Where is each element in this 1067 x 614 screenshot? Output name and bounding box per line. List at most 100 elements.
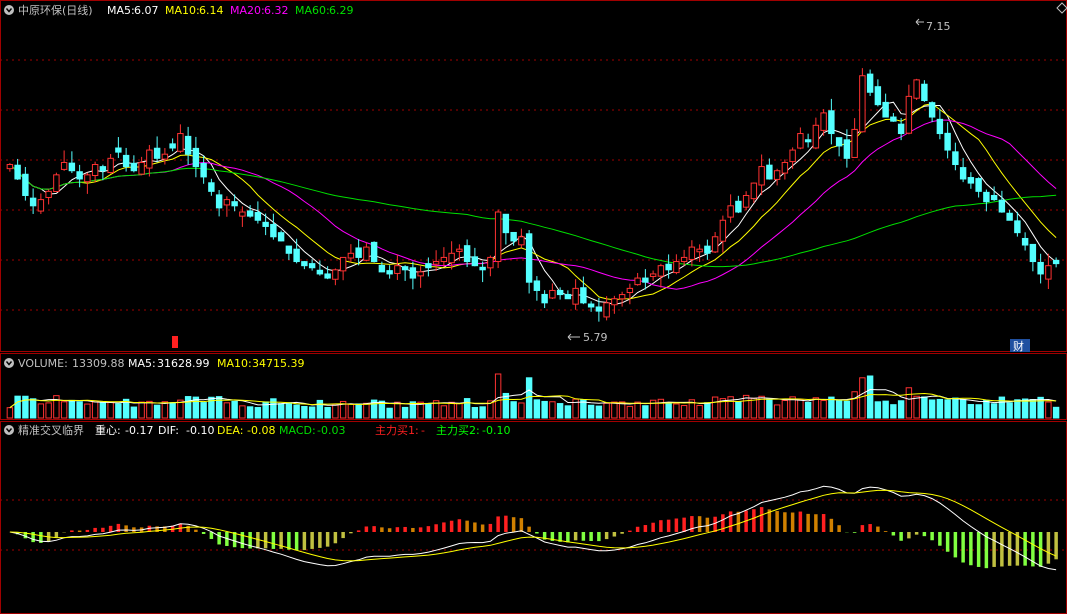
dif-value: -0.10 — [186, 424, 214, 437]
indicator-menu-icon[interactable] — [4, 425, 14, 435]
volume-bar — [448, 401, 455, 419]
candle-body — [1029, 243, 1037, 263]
candle-body — [541, 293, 548, 304]
volume-value: 13309.88 — [72, 357, 125, 370]
candle-body — [239, 211, 246, 217]
volume-bar — [456, 403, 463, 419]
panel-menu-icon[interactable] — [4, 5, 14, 15]
volume-bar — [45, 402, 52, 419]
ma20-value: 6.32 — [264, 4, 289, 17]
volume-bar — [130, 406, 138, 419]
volume-menu-icon[interactable] — [4, 358, 14, 368]
volume-bar — [285, 402, 293, 419]
candle-body — [425, 263, 432, 269]
candle-body — [913, 79, 920, 99]
volume-bar — [952, 397, 959, 419]
volume-bar — [959, 399, 967, 419]
candle-body — [580, 287, 587, 304]
volume-bar — [246, 406, 254, 419]
ma5-value: 6.07 — [134, 4, 159, 17]
volume-bar — [91, 401, 99, 419]
candle-body — [952, 151, 959, 166]
volume-bar — [549, 401, 556, 419]
volume-bar — [835, 400, 843, 419]
volume-bar — [556, 403, 564, 419]
volume-bar — [936, 398, 944, 419]
candle-body — [704, 245, 711, 254]
candle-body — [727, 205, 734, 218]
volume-bar — [1006, 402, 1013, 419]
low-arrow-icon — [567, 333, 580, 341]
volume-bar — [324, 407, 331, 419]
stock-chart[interactable]: 中原环保(日线) MA5: 6.07 MA10: 6.14 MA20: 6.32… — [0, 0, 1067, 614]
vol-ma10-label: MA10: — [217, 357, 252, 370]
volume-bar — [843, 400, 851, 419]
volume-bar — [618, 401, 626, 419]
candle-body — [471, 256, 479, 267]
dea-line — [9, 489, 1057, 562]
candle-body — [990, 194, 998, 201]
dea-label: DEA: — [217, 424, 243, 437]
candle-body — [378, 264, 386, 273]
candle-body — [254, 211, 262, 221]
volume-bar — [603, 402, 610, 419]
volume-bar — [975, 404, 982, 419]
volume-bar — [239, 405, 246, 419]
candle-body — [1052, 259, 1060, 265]
dif-line — [9, 485, 1057, 571]
candle-body — [301, 261, 308, 267]
volume-bar — [680, 405, 688, 419]
candle-body — [828, 110, 835, 135]
candle-body — [363, 246, 370, 261]
candle-body — [324, 273, 331, 279]
dea-value: -0.08 — [247, 424, 275, 437]
volume-bar — [169, 402, 176, 419]
candle-body — [208, 182, 215, 192]
candle-body — [293, 248, 300, 263]
volume-bar — [386, 407, 393, 419]
macd-series[interactable] — [9, 485, 1058, 571]
volume-bar — [587, 404, 595, 419]
candle-body — [84, 174, 91, 183]
candle-body — [448, 252, 455, 264]
volume-bar — [820, 400, 827, 419]
candle-body — [68, 162, 76, 172]
candle-body — [804, 139, 812, 143]
volume-bar — [781, 399, 789, 419]
volume-bar — [60, 401, 68, 419]
candle-body — [270, 223, 277, 238]
candle-body — [1006, 212, 1013, 221]
volume-bar — [37, 403, 45, 419]
finance-badge[interactable]: 财 — [1013, 339, 1024, 353]
candle-body — [936, 118, 944, 135]
candle-body — [285, 245, 293, 254]
candle-body — [742, 194, 750, 208]
volume-bar — [184, 396, 192, 419]
candle-body — [29, 197, 37, 207]
volume-bar — [1014, 399, 1021, 419]
candle-body — [153, 147, 161, 159]
candle-body — [525, 233, 533, 283]
candle-body — [564, 293, 572, 300]
candle-body — [347, 252, 355, 259]
diamond-icon[interactable] — [1056, 2, 1067, 14]
volume-bar — [518, 402, 525, 419]
stock-title: 中原环保(日线) — [18, 3, 93, 17]
volume-bar — [316, 399, 324, 419]
candle-body — [277, 232, 285, 242]
candle-body — [735, 200, 742, 213]
candle-body — [642, 277, 649, 283]
volume-bar — [851, 391, 858, 419]
buy2-label: 主力买2: — [436, 424, 480, 437]
candle-body — [192, 147, 200, 168]
volume-bar — [107, 401, 114, 419]
event-marker-icon[interactable] — [172, 336, 178, 348]
candle-body — [758, 166, 765, 186]
volume-bar — [564, 405, 572, 419]
candlestick-series[interactable] — [6, 68, 1060, 322]
candle-body — [45, 190, 52, 198]
volume-series[interactable] — [6, 373, 1060, 419]
volume-bar — [471, 407, 479, 419]
volume-bar — [463, 398, 471, 419]
ma60-value: 6.29 — [329, 4, 354, 17]
